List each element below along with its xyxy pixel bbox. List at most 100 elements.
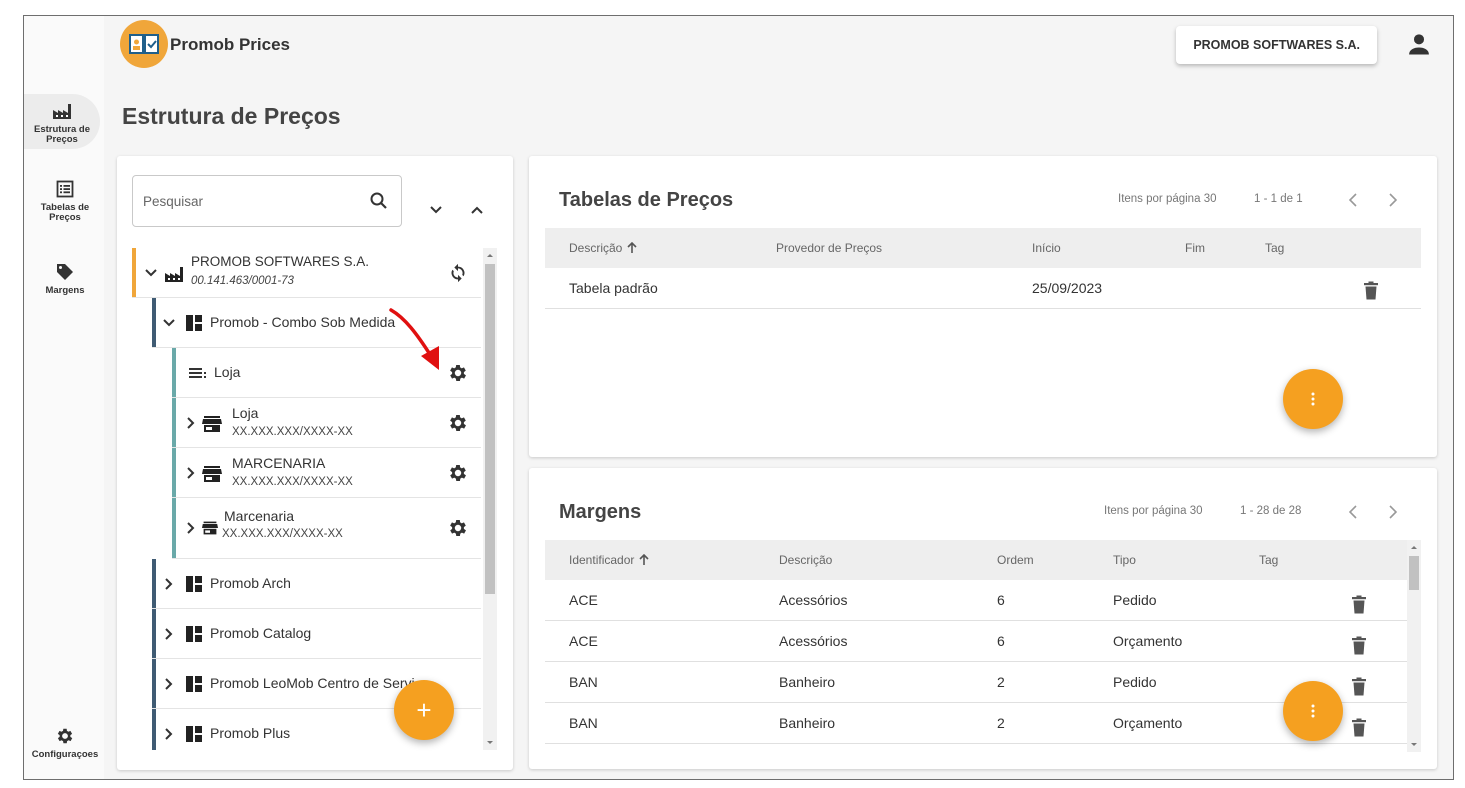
tree-node-store[interactable]: Loja XX.XXX.XXX/XXXX-XX [172,398,481,448]
column-header[interactable]: Ordem [997,553,1034,567]
gear-icon[interactable] [447,517,469,539]
table-row[interactable]: BAN Banheiro 2 Pedido [545,662,1407,703]
panel-title: Tabelas de Preços [559,189,734,211]
tree-node-store[interactable]: Marcenaria XX.XXX.XXX/XXXX-XX [172,498,481,559]
search-input[interactable] [143,190,363,212]
layout-icon [184,574,204,594]
margins-scrollbar[interactable] [1407,540,1421,752]
store-icon [202,414,222,434]
column-header[interactable]: Descrição [779,553,832,567]
company-button[interactable]: PROMOB SOFTWARES S.A. [1176,26,1377,64]
level-bar [152,709,156,750]
items-per-page-value[interactable]: 30 [1204,193,1217,205]
nav-label: Configuraçoes [31,749,99,760]
level-bar [172,348,176,397]
store-icon [200,518,220,538]
column-header[interactable]: Início [1032,241,1061,255]
items-per-page[interactable]: Itens por página 30 [1118,193,1216,205]
table-row[interactable]: ACE Acessórios 6 Pedido [545,580,1407,621]
chevron-right-icon[interactable] [162,627,176,641]
search-field[interactable] [132,175,402,227]
page-range: 1 - 28 de 28 [1240,505,1302,517]
trash-icon[interactable] [1351,595,1367,615]
annotation-arrow-icon [389,308,439,370]
prev-page-button[interactable] [1342,501,1364,523]
collapse-all-button[interactable] [467,200,487,220]
chevron-right-icon[interactable] [184,416,198,430]
column-header[interactable]: Tipo [1113,553,1136,567]
nav-item-configuracoes[interactable]: Configuraçoes [28,725,102,760]
level-bar [172,498,176,558]
chevron-right-icon[interactable] [162,727,176,741]
table-header: Identificador Descrição Ordem Tipo Tag [545,540,1407,580]
nav-item-margens[interactable]: Margens [28,261,102,296]
structure-tree-panel: PROMOB SOFTWARES S.A. 00.141.463/0001-73… [117,156,513,770]
node-name: Loja [232,405,259,421]
scroll-up-icon [487,254,493,257]
tag-icon [54,261,76,283]
chevron-right-icon[interactable] [162,577,176,591]
next-page-button[interactable] [1382,189,1404,211]
chevron-right-icon[interactable] [184,466,198,480]
cell-descricao: Acessórios [779,592,848,608]
column-header[interactable]: Tag [1259,553,1278,567]
nav-item-tabelas[interactable]: Tabelas de Preços [28,178,102,223]
chevron-down-icon[interactable] [162,316,176,330]
cell-inicio: 25/09/2023 [1032,280,1103,296]
cell-tipo: Orçamento [1113,715,1183,731]
sync-icon[interactable] [447,262,469,284]
add-node-button[interactable]: + [394,680,454,740]
more-actions-button[interactable] [1283,681,1343,741]
tree-node-company[interactable]: PROMOB SOFTWARES S.A. 00.141.463/0001-73 [132,248,481,298]
trash-icon[interactable] [1351,718,1367,738]
node-doc: 00.141.463/0001-73 [191,275,294,287]
column-header[interactable]: Tag [1265,241,1284,255]
tree-node-product[interactable]: Promob Catalog [152,609,481,659]
column-header[interactable]: Fim [1185,241,1205,255]
items-per-page[interactable]: Itens por página 30 [1104,505,1202,517]
chevron-right-icon[interactable] [162,677,176,691]
level-bar [172,398,176,447]
cell-identificador: ACE [569,633,598,649]
table-row[interactable]: BAN Banheiro 2 Orçamento [545,703,1407,744]
cell-tipo: Pedido [1113,674,1157,690]
table-header: Descrição Provedor de Preços Início Fim … [545,228,1421,268]
tree-scrollbar[interactable] [483,248,497,750]
chevron-left-icon [1349,193,1357,207]
app-window: Estrutura de Preços Tabelas de Preços Ma… [23,15,1454,780]
next-page-button[interactable] [1382,501,1404,523]
gear-icon[interactable] [447,462,469,484]
expand-all-button[interactable] [426,200,446,220]
tree-node-product[interactable]: Promob Arch [152,559,481,609]
level-bar [152,609,156,658]
page-title: Estrutura de Preços [122,103,341,129]
nav-item-estrutura[interactable]: Estrutura de Preços [24,94,100,149]
cell-identificador: BAN [569,715,598,731]
cell-ordem: 6 [997,592,1005,608]
scroll-thumb[interactable] [485,264,495,594]
node-name: Promob LeoMob Centro de Servi [210,675,415,691]
items-per-page-value[interactable]: 30 [1190,505,1203,517]
gear-icon[interactable] [447,412,469,434]
node-name: Marcenaria [224,508,295,524]
more-actions-button[interactable] [1283,369,1343,429]
chevron-right-icon[interactable] [184,521,198,535]
trash-icon[interactable] [1363,281,1379,301]
prev-page-button[interactable] [1342,189,1364,211]
table-row[interactable]: ACE Acessórios 6 Orçamento [545,621,1407,662]
scroll-thumb[interactable] [1409,556,1419,590]
chevron-right-icon [1389,505,1397,519]
column-header[interactable]: Provedor de Preços [776,241,882,255]
column-header[interactable]: Descrição [569,241,638,255]
cell-identificador: BAN [569,674,598,690]
scroll-down-icon [1411,743,1417,746]
nav-label: Estrutura de Preços [34,124,90,145]
trash-icon[interactable] [1351,677,1367,697]
trash-icon[interactable] [1351,636,1367,656]
user-icon[interactable] [1405,30,1433,58]
column-header[interactable]: Identificador [569,553,650,567]
chevron-down-icon[interactable] [144,266,158,280]
table-row[interactable]: Tabela padrão 25/09/2023 [545,268,1421,309]
tree-node-store[interactable]: MARCENARIA XX.XXX.XXX/XXXX-XX [172,448,481,498]
search-icon[interactable] [369,191,389,211]
